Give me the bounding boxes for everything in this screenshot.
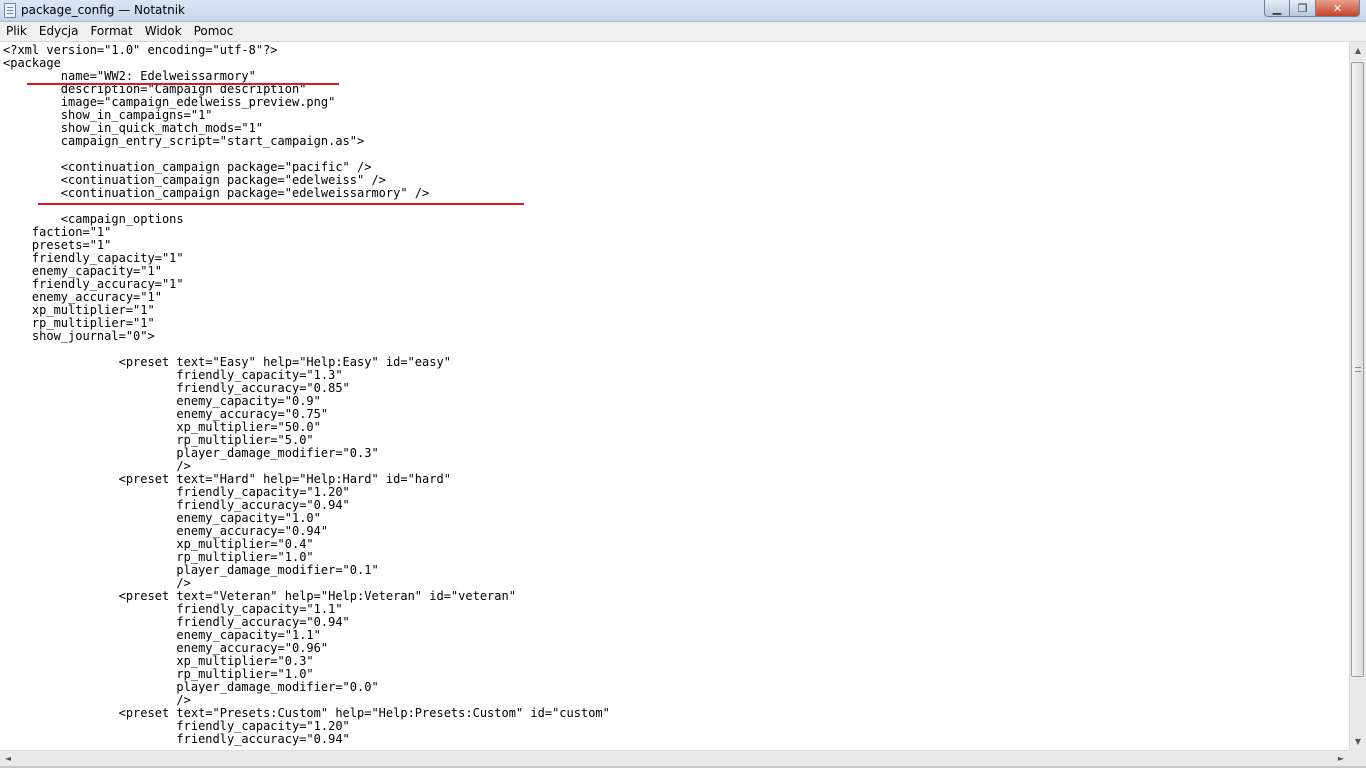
red-underline-annotation [27, 83, 339, 85]
vertical-scrollbar[interactable]: ▲ ▼ [1349, 42, 1366, 750]
menu-help[interactable]: Pomoc [188, 22, 240, 41]
window-controls: ▁ ❐ ✕ [1264, 0, 1360, 18]
scroll-right-arrow-icon[interactable]: ► [1333, 751, 1349, 766]
menu-view[interactable]: Widok [139, 22, 188, 41]
title-bar[interactable]: package_config — Notatnik ▁ ❐ ✕ [0, 0, 1366, 22]
scroll-left-arrow-icon[interactable]: ◄ [0, 751, 16, 766]
vertical-scroll-thumb[interactable] [1351, 62, 1364, 677]
horizontal-scrollbar[interactable]: ◄ ► [0, 750, 1349, 766]
close-button[interactable]: ✕ [1316, 0, 1360, 17]
menu-edit[interactable]: Edycja [33, 22, 85, 41]
scrollbar-corner [1349, 750, 1366, 766]
menu-format[interactable]: Format [84, 22, 138, 41]
red-underline-annotation [38, 203, 524, 205]
scroll-up-arrow-icon[interactable]: ▲ [1350, 42, 1366, 59]
window-title: package_config — Notatnik [21, 3, 185, 17]
text-editor[interactable]: <?xml version="1.0" encoding="utf-8"?> <… [0, 42, 1349, 750]
notepad-icon[interactable] [4, 3, 16, 18]
editor-text[interactable]: <?xml version="1.0" encoding="utf-8"?> <… [0, 42, 1349, 746]
scroll-down-arrow-icon[interactable]: ▼ [1350, 733, 1366, 750]
menu-file[interactable]: Plik [0, 22, 33, 41]
grip-icon [1355, 366, 1361, 372]
minimize-button[interactable]: ▁ [1264, 0, 1290, 17]
maximize-button[interactable]: ❐ [1290, 0, 1316, 17]
menu-bar: Plik Edycja Format Widok Pomoc [0, 22, 1366, 42]
